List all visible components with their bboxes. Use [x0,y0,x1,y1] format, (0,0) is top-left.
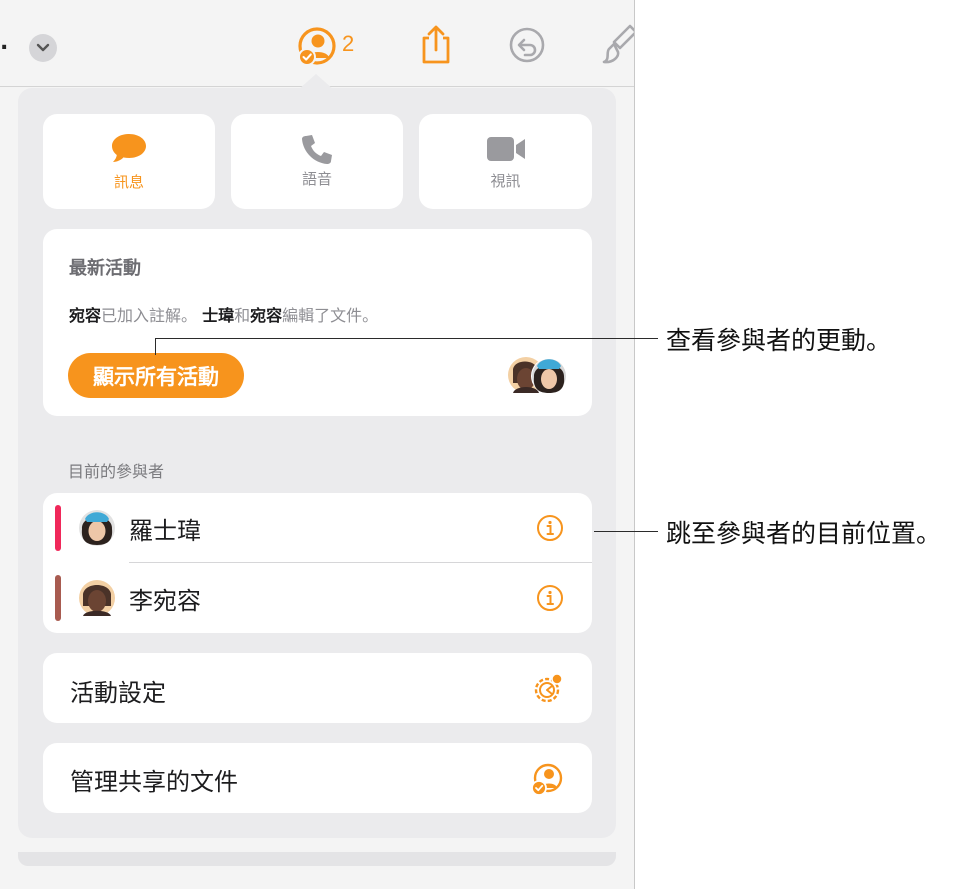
activity-summary: 宛容已加入註解。 士瑋和宛容編輯了文件。 [69,302,378,326]
voice-label: 語音 [301,170,332,188]
callout-leader-line [594,531,658,533]
message-label: 訊息 [113,173,144,191]
message-bubble-icon [112,134,146,162]
activity-text: 編輯了文件。 [282,306,379,325]
participant-color-bar [55,505,61,551]
collaborator-count: 2 [342,31,355,56]
collaborator-icon [298,27,336,66]
activity-avatars [508,357,567,394]
info-icon[interactable] [536,514,564,542]
show-all-activity-button[interactable]: 顯示所有活動 [68,353,244,398]
manage-shared-document-label: 管理共享的文件 [70,768,238,796]
activity-settings-gear-icon[interactable] [531,672,565,706]
phone-icon [302,135,332,164]
voice-button[interactable]: 語音 [231,114,403,209]
participant-color-bar [55,575,61,621]
collaboration-button[interactable]: 2 [296,26,354,68]
participant-name: 羅士瑋 [129,516,201,545]
activity-text: 已加入註解。 [101,306,203,325]
latest-activity-title: 最新活動 [69,258,141,279]
callout-jump-to-location: 跳至參與者的目前位置。 [666,519,942,548]
activity-text: 和 [234,306,251,325]
activity-user-name: 宛容 [69,306,102,325]
message-button[interactable]: 訊息 [43,114,215,209]
info-icon[interactable] [536,584,564,612]
participant-name: 李宛容 [129,586,201,615]
shared-collaborator-icon[interactable] [529,762,565,798]
activity-settings-label: 活動設定 [70,679,166,707]
avatar-light-skin [531,358,567,394]
avatar [79,580,115,616]
toolbar-leading-text: . [0,30,9,55]
video-button[interactable]: 視訊 [419,114,592,209]
video-label: 視訊 [490,172,521,190]
undo-icon[interactable] [508,26,546,64]
callout-leader-line [155,338,658,340]
format-brush-icon[interactable] [600,22,635,66]
popover-shadow-strip [18,852,616,866]
participant-row[interactable]: 李宛容 [43,563,592,633]
activity-user-name: 宛容 [250,306,283,325]
activity-user-name: 士瑋 [202,306,235,325]
chevron-down-icon[interactable] [29,34,57,62]
current-participants-header: 目前的參與者 [68,462,165,481]
participant-row[interactable]: 羅士瑋 [43,493,592,563]
callout-view-changes: 查看參與者的更動。 [666,326,892,355]
share-icon[interactable] [418,24,454,66]
avatar [79,510,115,546]
app-window: . 2 訊息 語音 視訊 最新活動 宛容已加入註解。 士瑋和宛容編輯了文件。 顯… [0,0,635,889]
video-camera-icon [486,137,525,161]
callout-leader-tick [155,338,157,355]
